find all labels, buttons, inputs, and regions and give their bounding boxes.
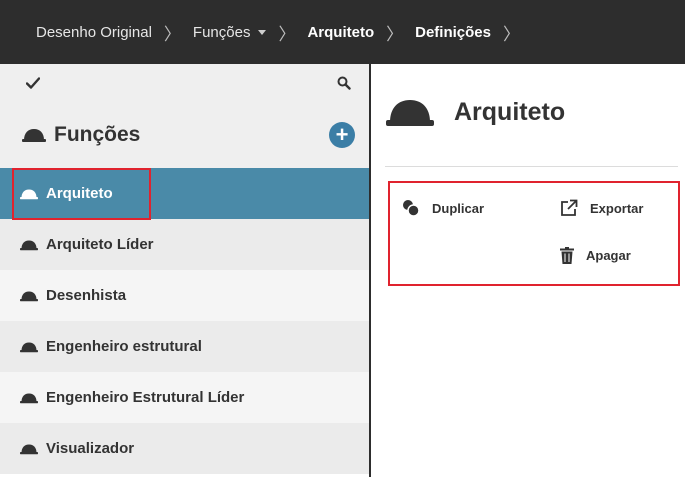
- breadcrumb-roles[interactable]: Funções: [193, 24, 267, 41]
- role-item-label: Desenhista: [46, 287, 127, 304]
- breadcrumb-separator: 〉: [502, 24, 520, 44]
- breadcrumb-roles-label: Funções: [192, 23, 251, 41]
- hard-hat-icon: [20, 444, 38, 454]
- breadcrumb-original-drawing[interactable]: Desenho Original: [36, 24, 152, 41]
- hard-hat-icon: [20, 342, 38, 352]
- duplicate-icon: [403, 200, 420, 217]
- role-item-label: Visualizador: [46, 440, 135, 457]
- hard-hat-icon: [20, 393, 38, 403]
- hard-hat-icon: [22, 129, 46, 142]
- role-list: Arquiteto Arquiteto Líder Desenhista Eng…: [0, 168, 369, 474]
- search-icon[interactable]: [337, 76, 351, 90]
- add-role-button[interactable]: +: [329, 122, 355, 148]
- breadcrumb-settings[interactable]: Definições: [415, 24, 491, 41]
- export-label: Exportar: [590, 200, 644, 216]
- hard-hat-icon: [20, 240, 38, 250]
- sidebar-title: Funções: [22, 123, 140, 147]
- breadcrumb: Desenho Original 〉 Funções 〉 Arquiteto 〉…: [0, 0, 685, 64]
- duplicate-button[interactable]: Duplicar: [402, 199, 484, 217]
- breadcrumb-separator: 〉: [278, 24, 296, 44]
- role-item-architect[interactable]: Arquiteto: [0, 168, 369, 220]
- export-button[interactable]: Exportar: [560, 199, 643, 217]
- duplicate-label: Duplicar: [432, 200, 485, 216]
- sidebar-title-label: Funções: [54, 123, 141, 146]
- role-item-label: Arquiteto Líder: [46, 236, 154, 253]
- breadcrumb-architect[interactable]: Arquiteto: [307, 24, 374, 41]
- role-item-label: Engenheiro estrutural: [46, 338, 202, 355]
- trash-icon: [560, 247, 574, 264]
- breadcrumb-separator: 〉: [386, 24, 404, 44]
- role-item-structural-engineer[interactable]: Engenheiro estrutural: [0, 321, 369, 372]
- hard-hat-icon: [386, 100, 434, 126]
- selection-highlight: [12, 168, 151, 220]
- role-item-lead-architect[interactable]: Arquiteto Líder: [0, 219, 369, 270]
- check-icon[interactable]: [26, 77, 40, 89]
- role-item-draftsman[interactable]: Desenhista: [0, 270, 369, 321]
- role-detail-panel: Arquiteto Duplicar Exportar Apagar: [371, 64, 685, 477]
- page-title: Arquiteto: [454, 97, 566, 126]
- role-item-viewer[interactable]: Visualizador: [0, 423, 369, 474]
- sidebar-toolbar: [0, 64, 369, 102]
- role-item-label: Engenheiro Estrutural Líder: [46, 389, 245, 406]
- header-divider: [385, 166, 678, 167]
- delete-label: Apagar: [586, 248, 631, 263]
- caret-down-icon[interactable]: [258, 29, 267, 35]
- breadcrumb-separator: 〉: [163, 24, 181, 44]
- hard-hat-icon: [20, 291, 38, 301]
- actions-panel: Duplicar Exportar Apagar: [388, 181, 680, 286]
- role-item-lead-structural-engineer[interactable]: Engenheiro Estrutural Líder: [0, 372, 369, 423]
- external-link-icon: [561, 199, 578, 216]
- roles-sidebar: Funções + Arquiteto Arquiteto Líder Dese…: [0, 64, 369, 477]
- role-header: Arquiteto: [386, 94, 565, 130]
- delete-button[interactable]: Apagar: [560, 247, 631, 264]
- sidebar-header: Funções +: [0, 102, 369, 168]
